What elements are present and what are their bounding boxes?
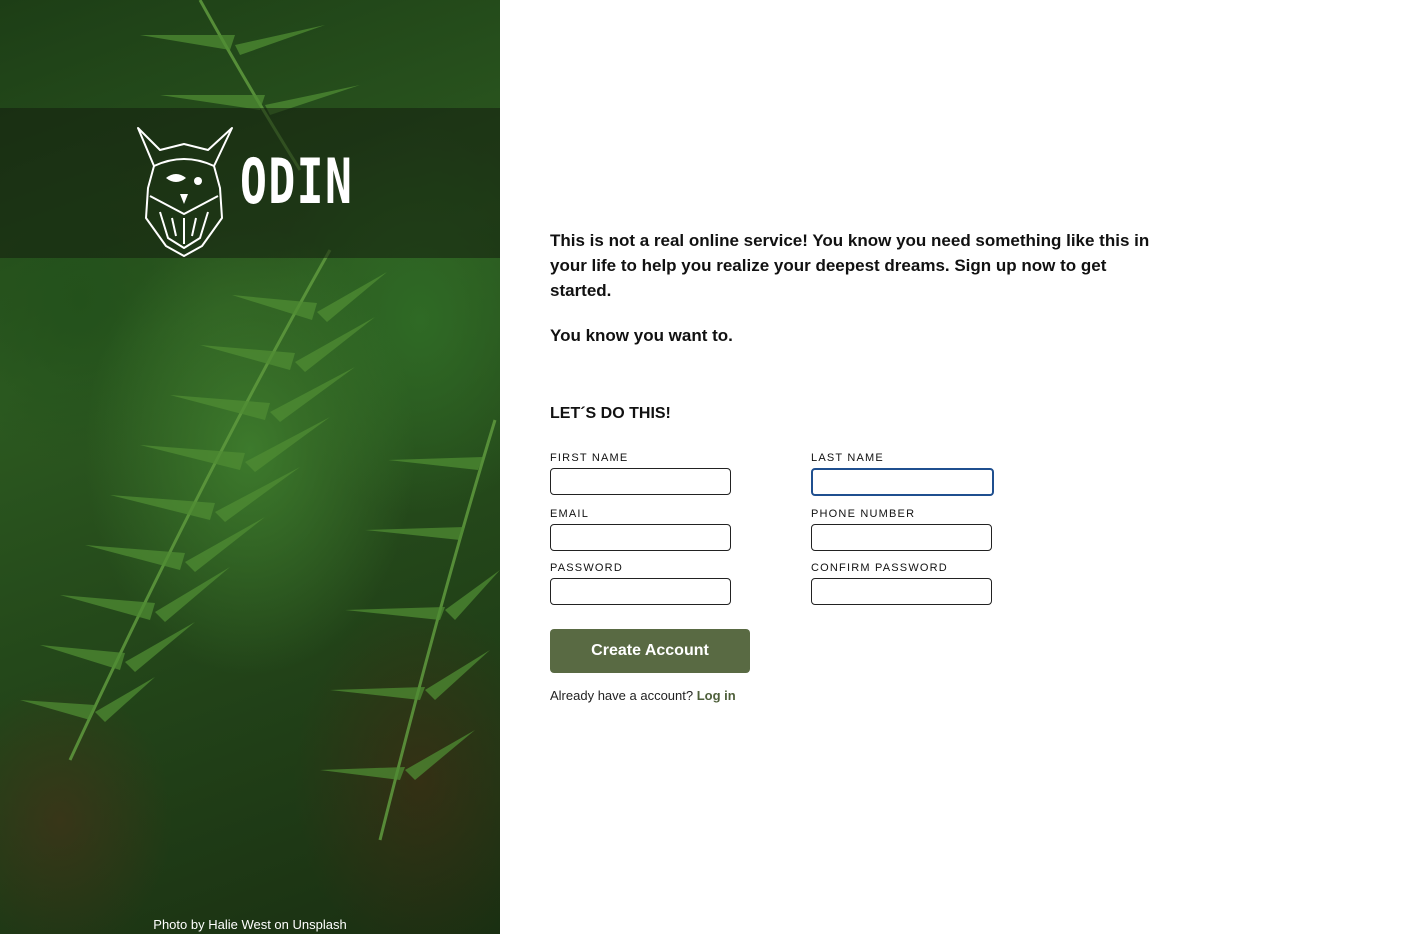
photo-credit: Photo by Halie West on Unsplash: [153, 917, 347, 932]
last-name-field[interactable]: [811, 468, 994, 496]
phone-group: PHONE NUMBER: [811, 508, 992, 551]
phone-label: PHONE NUMBER: [811, 508, 916, 520]
password-field[interactable]: [550, 578, 731, 605]
login-link[interactable]: Log in: [697, 688, 736, 703]
first-name-group: FIRST NAME: [550, 452, 731, 495]
last-name-group: LAST NAME: [811, 452, 994, 496]
phone-number-field[interactable]: [811, 524, 992, 551]
intro-section: This is not a real online service! You k…: [550, 228, 1150, 348]
brand-name: ODIN: [240, 145, 354, 218]
hero-panel: ODIN Photo by Halie West on Unsplash: [0, 0, 500, 934]
first-name-label: FIRST NAME: [550, 452, 629, 464]
confirm-password-field[interactable]: [811, 578, 992, 605]
email-group: EMAIL: [550, 508, 731, 551]
confirm-password-group: CONFIRM PASSWORD: [811, 562, 992, 605]
first-name-field[interactable]: [550, 468, 731, 495]
password-label: PASSWORD: [550, 562, 623, 574]
form-heading: LET´S DO THIS!: [550, 405, 671, 422]
email-label: EMAIL: [550, 508, 590, 520]
password-group: PASSWORD: [550, 562, 731, 605]
login-prompt-line: Already have a account? Log in: [550, 688, 736, 703]
email-field[interactable]: [550, 524, 731, 551]
create-account-button[interactable]: Create Account: [550, 629, 750, 673]
login-prompt: Already have a account?: [550, 688, 694, 703]
viking-head-icon: [137, 127, 233, 257]
intro-paragraph: This is not a real online service! You k…: [550, 231, 1150, 300]
intro-tagline: You know you want to.: [550, 326, 733, 345]
confirm-password-label: CONFIRM PASSWORD: [811, 562, 948, 574]
last-name-label: LAST NAME: [811, 452, 884, 464]
